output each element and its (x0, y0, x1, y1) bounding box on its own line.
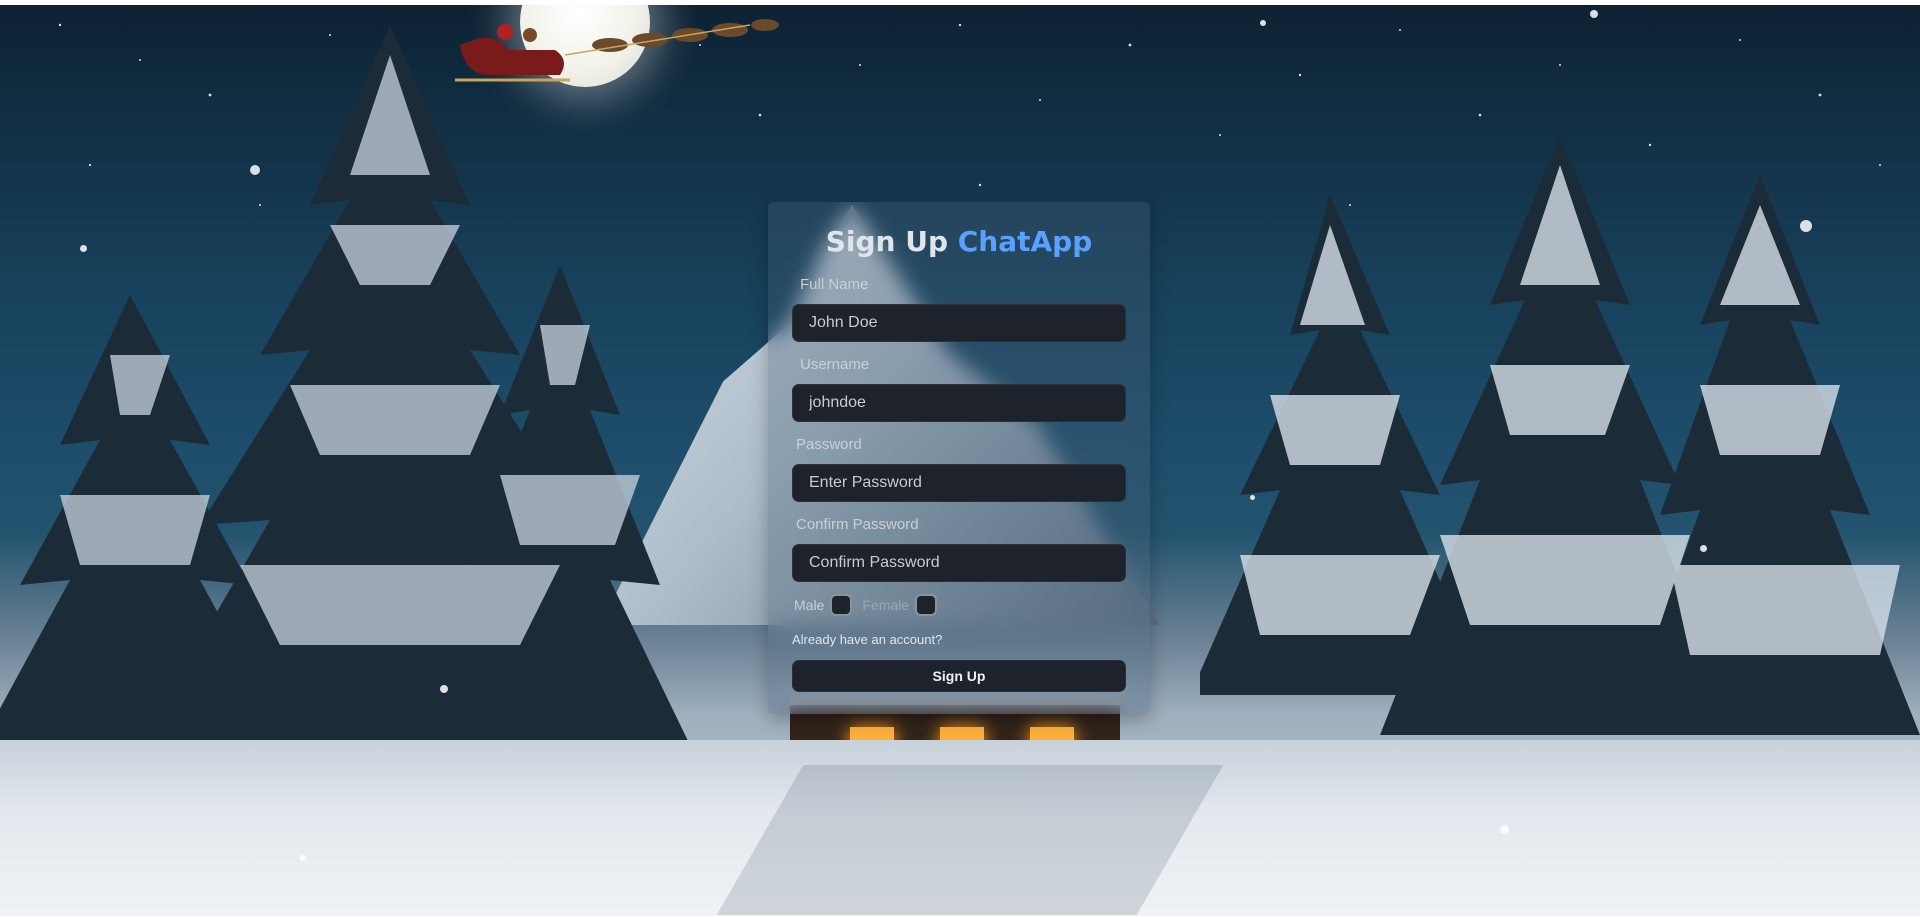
login-link[interactable]: Already have an account? (792, 632, 942, 647)
brand-name: ChatApp (957, 225, 1093, 258)
female-label: Female (862, 597, 910, 613)
password-label: Password (796, 436, 862, 453)
page-title: Sign Up ChatApp (768, 225, 1150, 258)
male-checkbox[interactable] (830, 594, 853, 616)
full-name-label: Full Name (800, 276, 869, 293)
confirm-password-label: Confirm Password (796, 516, 919, 533)
gender-selector: Male Female (794, 592, 947, 618)
right-pine-trees (1200, 135, 1920, 735)
signup-card: Sign Up ChatApp Full Name Username Passw… (768, 202, 1150, 714)
title-prefix: Sign Up (825, 225, 948, 258)
password-input[interactable] (792, 464, 1126, 502)
male-label: Male (794, 597, 825, 613)
confirm-password-input[interactable] (792, 544, 1126, 582)
username-input[interactable] (792, 384, 1126, 422)
username-label: Username (800, 356, 870, 373)
sign-up-button[interactable]: Sign Up (792, 660, 1126, 692)
female-checkbox[interactable] (915, 594, 938, 616)
full-name-input[interactable] (792, 304, 1126, 342)
left-pine-trees (0, 25, 690, 745)
ground-shadow (716, 765, 1224, 915)
